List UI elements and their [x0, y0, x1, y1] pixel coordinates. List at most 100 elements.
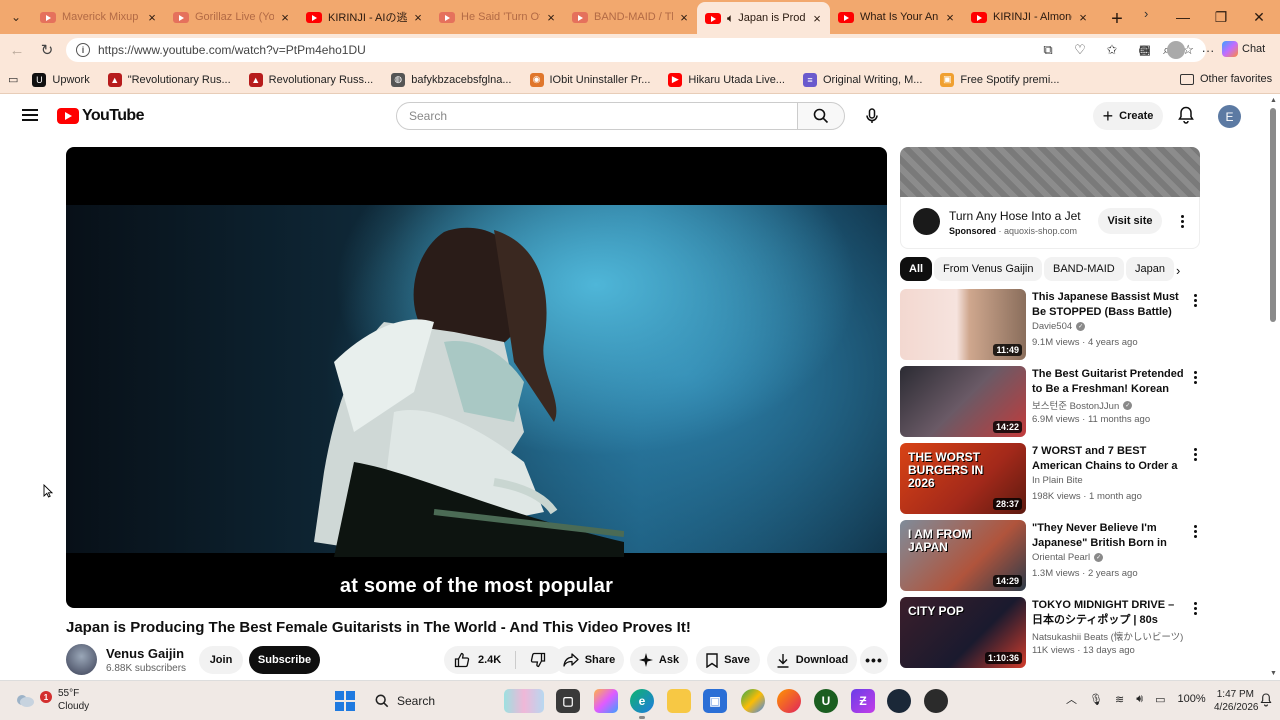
speaker-icon[interactable]: 🔈︎ — [727, 11, 734, 26]
design-app-icon[interactable]: Ƶ — [851, 689, 875, 713]
upwork-app-icon[interactable]: U — [814, 689, 838, 713]
video-thumbnail[interactable]: CITY POP 1:10:36 — [900, 597, 1026, 668]
recommended-channel[interactable]: Oriental Pearl ✓ — [1032, 552, 1104, 563]
tab-actions-menu[interactable]: ⌄ — [0, 0, 32, 34]
microphone-icon[interactable]: 🎙︎ — [1089, 693, 1103, 706]
recommended-video[interactable]: 11:49 This Japanese Bassist Must Be STOPP… — [900, 289, 1200, 361]
volume-icon[interactable]: 🔊︎ — [1136, 693, 1143, 706]
tab[interactable]: Gorillaz Live (YouT × — [165, 2, 298, 32]
new-tab-button[interactable]: + — [1100, 4, 1134, 34]
close-tab-icon[interactable]: × — [145, 10, 159, 25]
other-favorites[interactable]: Other favorites — [1180, 73, 1272, 85]
profile-icon[interactable] — [1164, 38, 1188, 62]
filter-chip[interactable]: Japan — [1126, 257, 1174, 281]
recommended-video-title[interactable]: TOKYO MIDNIGHT DRIVE – 日本のシティポップ | 80s J… — [1032, 598, 1188, 628]
clock[interactable]: 1:47 PM 4/26/2026 — [1214, 688, 1259, 714]
copilot-button[interactable]: Chat — [1222, 41, 1265, 57]
search-input[interactable]: Search — [396, 102, 798, 130]
close-tab-icon[interactable]: × — [411, 10, 425, 25]
recording-app-icon[interactable] — [924, 689, 948, 713]
video-player[interactable]: at some of the most popular — [66, 147, 887, 608]
favorites-icon[interactable]: ✩ — [1100, 38, 1124, 62]
video-more-options-icon[interactable] — [1188, 367, 1202, 387]
video-more-options-icon[interactable] — [1188, 598, 1202, 618]
site-info-icon[interactable]: i — [76, 43, 90, 57]
filter-chip[interactable]: From Venus Gaijin — [934, 257, 1043, 281]
guide-menu-icon[interactable] — [22, 109, 38, 121]
weather-widget[interactable]: 1 55°F Cloudy — [14, 687, 89, 713]
account-avatar[interactable]: E — [1218, 105, 1241, 128]
firefox-icon[interactable] — [777, 689, 801, 713]
scroll-down-arrow-icon[interactable]: ▼ — [1270, 670, 1277, 677]
channel-avatar[interactable] — [66, 644, 97, 675]
tab[interactable]: Maverick Mixup # × — [32, 2, 165, 32]
download-button[interactable]: Download — [767, 646, 857, 674]
filter-chip[interactable]: All — [900, 257, 933, 281]
scrollbar-thumb[interactable] — [1270, 108, 1276, 322]
close-window-button[interactable]: ✕ — [1236, 0, 1280, 34]
video-more-options-icon[interactable] — [1188, 521, 1202, 541]
reading-list-icon[interactable]: ▭ — [8, 73, 18, 86]
close-tab-icon[interactable]: × — [1076, 10, 1090, 25]
bookmark-item[interactable]: ◉ IObit Uninstaller Pr... — [529, 72, 650, 87]
subscribe-button[interactable]: Subscribe — [249, 646, 320, 674]
video-thumbnail[interactable]: I AM FROM JAPAN 14:29 — [900, 520, 1026, 591]
page-scrollbar[interactable]: ▲ ▼ — [1266, 94, 1280, 680]
bookmark-item[interactable]: ▲ "Revolutionary Rus... — [107, 72, 231, 87]
notification-center-bell-icon[interactable] — [1260, 693, 1272, 707]
recommended-video-title[interactable]: "They Never Believe I'm Japanese" Britis… — [1032, 521, 1188, 551]
tab[interactable]: BAND-MAID / Thr × — [564, 2, 697, 32]
ask-button[interactable]: Ask — [630, 646, 688, 674]
ad-card[interactable]: Turn Any Hose Into a Jet Sponsored · aqu… — [900, 197, 1200, 249]
like-button[interactable]: 2.4K — [454, 652, 501, 668]
back-button[interactable]: ← — [2, 35, 32, 65]
show-hidden-icons-chevron-icon[interactable]: ︿ — [1066, 691, 1077, 707]
close-tab-icon[interactable]: × — [943, 10, 957, 25]
copilot-app-icon[interactable] — [594, 689, 618, 713]
microsoft-store-icon[interactable]: ▣ — [703, 689, 727, 713]
bookmark-item[interactable]: ◍ bafykbzacebsfglna... — [391, 72, 512, 87]
youtube-logo[interactable]: YouTube — [57, 107, 144, 125]
bookmark-item[interactable]: U Upwork — [32, 72, 90, 87]
tab[interactable]: He Said 'Turn Off ' × — [431, 2, 564, 32]
chrome-icon[interactable] — [741, 689, 765, 713]
video-thumbnail[interactable]: THE WORST BURGERS IN 2026 28:37 — [900, 443, 1026, 514]
history-icon[interactable]: ◷ — [1132, 38, 1156, 62]
tab[interactable]: KIRINJI - AIの逃避行 Ft × — [298, 2, 431, 32]
ad-banner-image[interactable] — [900, 147, 1200, 197]
close-tab-icon[interactable]: × — [810, 11, 824, 26]
more-actions-button[interactable]: ••• — [860, 646, 888, 674]
search-button[interactable] — [797, 102, 845, 130]
bookmark-item[interactable]: ▣ Free Spotify premi... — [940, 72, 1059, 87]
join-button[interactable]: Join — [199, 646, 243, 674]
recommended-channel[interactable]: 보스턴준 BostonJJun ✓ — [1032, 398, 1133, 412]
edge-browser-icon[interactable]: e — [630, 689, 654, 713]
recommended-video-title[interactable]: The Best Guitarist Pretended to Be a Fre… — [1032, 367, 1188, 397]
bookmark-item[interactable]: ▶ Hikaru Utada Live... — [668, 72, 785, 87]
ad-more-options-icon[interactable] — [1175, 211, 1189, 231]
video-more-options-icon[interactable] — [1188, 444, 1202, 464]
video-thumbnail[interactable]: 11:49 — [900, 289, 1026, 360]
url-bar[interactable]: i https://www.youtube.com/watch?v=PtPm4e… — [66, 38, 1206, 62]
wifi-icon[interactable]: ≋ — [1115, 693, 1124, 706]
recommended-video[interactable]: CITY POP 1:10:36 TOKYO MIDNIGHT DRIVE – 日本… — [900, 597, 1200, 669]
tab[interactable]: What Is Your Anime × — [830, 2, 963, 32]
recommended-channel[interactable]: Davie504 ✓ — [1032, 321, 1086, 332]
recommended-video-title[interactable]: This Japanese Bassist Must Be STOPPED (B… — [1032, 290, 1188, 320]
recommended-channel[interactable]: Natsukashii Beats (懐かしいビーツ) — [1032, 629, 1183, 643]
ad-title[interactable]: Turn Any Hose Into a Jet — [949, 209, 1081, 223]
close-tab-icon[interactable]: × — [544, 10, 558, 25]
share-button[interactable]: Share — [554, 646, 624, 674]
settings-more-icon[interactable]: ··· — [1196, 38, 1220, 62]
close-tab-icon[interactable]: × — [677, 10, 691, 25]
chips-next-chevron-icon[interactable]: › — [1176, 263, 1180, 278]
bookmark-item[interactable]: ≡ Original Writing, M... — [802, 72, 922, 87]
browser-essentials-icon[interactable]: ♡ — [1068, 38, 1092, 62]
task-view-icon[interactable]: ▢ — [556, 689, 580, 713]
file-explorer-icon[interactable] — [667, 689, 691, 713]
close-tab-icon[interactable]: × — [278, 10, 292, 25]
scroll-up-arrow-icon[interactable]: ▲ — [1270, 97, 1277, 104]
recommended-video[interactable]: THE WORST BURGERS IN 2026 28:37 7 WORST an… — [900, 443, 1200, 515]
video-more-options-icon[interactable] — [1188, 290, 1202, 310]
filter-chip[interactable]: BAND-MAID — [1044, 257, 1124, 281]
